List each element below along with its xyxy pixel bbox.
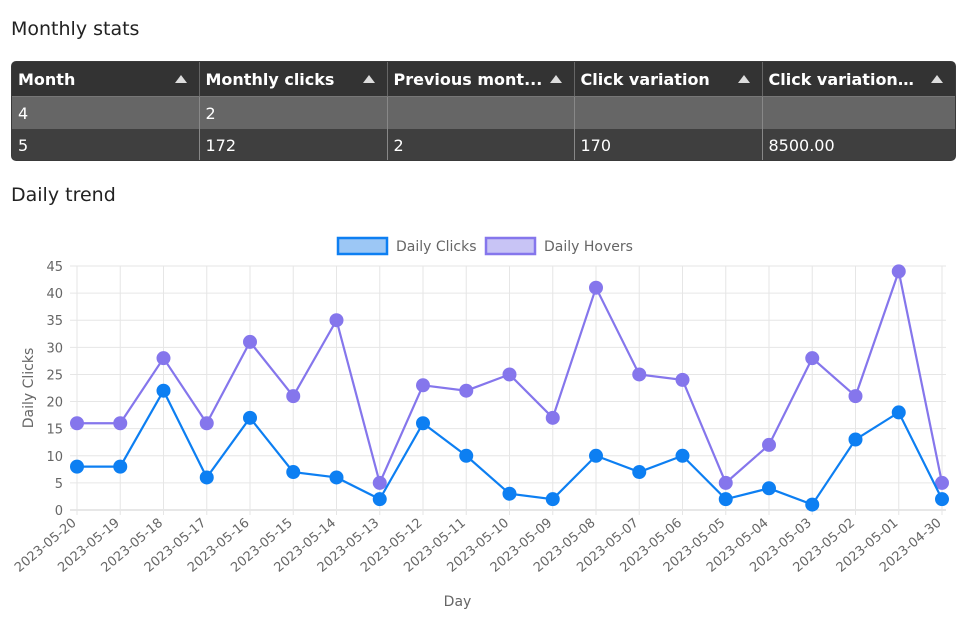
data-point[interactable] xyxy=(502,367,517,382)
data-point[interactable] xyxy=(113,459,128,474)
data-point[interactable] xyxy=(545,410,560,425)
data-point[interactable] xyxy=(329,313,344,328)
data-point[interactable] xyxy=(762,437,776,452)
table-cell xyxy=(574,96,763,129)
y-tick-label: 20 xyxy=(46,396,63,411)
legend-label[interactable]: Daily Clicks xyxy=(396,239,477,255)
y-tick-label: 5 xyxy=(55,477,63,492)
data-point[interactable] xyxy=(891,405,906,420)
y-tick-label: 10 xyxy=(46,450,63,465)
data-point[interactable] xyxy=(113,416,128,431)
table-cell: 5 xyxy=(12,129,200,160)
daily-trend-title: Daily trend xyxy=(11,184,116,206)
legend-label[interactable]: Daily Hovers xyxy=(544,239,633,255)
data-point[interactable] xyxy=(805,351,820,366)
column-header-click-variation-percent[interactable]: Click variation p... xyxy=(762,62,955,97)
column-header-previous-month[interactable]: Previous mont... xyxy=(387,62,575,97)
y-tick-label: 15 xyxy=(46,423,63,438)
legend-swatch[interactable] xyxy=(484,236,537,256)
data-point[interactable] xyxy=(848,432,863,447)
data-point[interactable] xyxy=(416,416,430,431)
y-tick-label: 30 xyxy=(46,341,63,356)
table-cell: 172 xyxy=(199,129,388,160)
column-header-monthly-clicks[interactable]: Monthly clicks xyxy=(199,62,388,97)
sort-asc-icon[interactable] xyxy=(737,75,750,83)
data-point[interactable] xyxy=(632,465,647,480)
y-tick-label: 45 xyxy=(46,260,63,275)
data-point[interactable] xyxy=(675,448,690,463)
data-point[interactable] xyxy=(718,475,733,490)
table-row: 5 172 2 170 8500.00 xyxy=(12,129,955,160)
data-point[interactable] xyxy=(891,264,906,279)
data-point[interactable] xyxy=(243,334,257,349)
daily-trend-chart: 0510152025303540452023-05-202023-05-1920… xyxy=(12,236,949,610)
data-point[interactable] xyxy=(589,448,603,463)
data-point[interactable] xyxy=(459,448,474,463)
y-tick-label: 0 xyxy=(55,504,63,519)
data-point[interactable] xyxy=(459,383,474,398)
y-tick-label: 40 xyxy=(46,287,63,302)
data-point[interactable] xyxy=(675,372,690,387)
data-point[interactable] xyxy=(935,475,949,490)
table-row: 4 2 xyxy=(12,96,955,129)
y-axis-title: Daily Clicks xyxy=(21,348,37,429)
data-point[interactable] xyxy=(199,470,214,485)
data-point[interactable] xyxy=(329,470,344,485)
sort-asc-icon[interactable] xyxy=(549,75,562,83)
data-point[interactable] xyxy=(416,378,430,393)
table-cell: 8500.00 xyxy=(762,129,955,160)
data-point[interactable] xyxy=(718,492,733,507)
table-cell: 170 xyxy=(574,129,763,160)
monthly-stats-title: Monthly stats xyxy=(11,18,140,40)
table-cell xyxy=(387,96,575,129)
data-point[interactable] xyxy=(935,492,949,507)
y-tick-label: 25 xyxy=(46,368,63,383)
data-point[interactable] xyxy=(502,486,517,501)
column-header-click-variation[interactable]: Click variation xyxy=(574,62,763,97)
data-point[interactable] xyxy=(70,459,84,474)
table-header-row: Month Monthly clicks Previous mont... Cl… xyxy=(12,62,955,97)
data-point[interactable] xyxy=(199,416,214,431)
table-cell: 2 xyxy=(387,129,575,160)
data-point[interactable] xyxy=(70,416,84,431)
legend-swatch[interactable] xyxy=(336,236,389,256)
data-point[interactable] xyxy=(545,492,560,507)
data-point[interactable] xyxy=(762,481,776,496)
sort-asc-icon[interactable] xyxy=(174,75,187,83)
table-cell xyxy=(762,96,955,129)
data-point[interactable] xyxy=(156,351,171,366)
sort-asc-icon[interactable] xyxy=(362,75,375,83)
data-point[interactable] xyxy=(243,410,257,425)
monthly-stats-table: Month Monthly clicks Previous mont... Cl… xyxy=(11,61,956,161)
data-point[interactable] xyxy=(372,475,387,490)
x-axis-title: Day xyxy=(444,594,472,610)
data-point[interactable] xyxy=(848,389,863,404)
y-tick-label: 35 xyxy=(46,314,63,329)
sort-asc-icon[interactable] xyxy=(931,75,943,83)
table-cell: 4 xyxy=(12,96,200,129)
data-point[interactable] xyxy=(286,465,301,480)
column-header-month[interactable]: Month xyxy=(12,62,200,97)
data-point[interactable] xyxy=(589,280,603,295)
data-point[interactable] xyxy=(632,367,647,382)
data-point[interactable] xyxy=(286,389,301,404)
table-cell: 2 xyxy=(199,96,388,129)
data-point[interactable] xyxy=(805,497,820,512)
data-point[interactable] xyxy=(156,383,171,398)
data-point[interactable] xyxy=(372,492,387,507)
